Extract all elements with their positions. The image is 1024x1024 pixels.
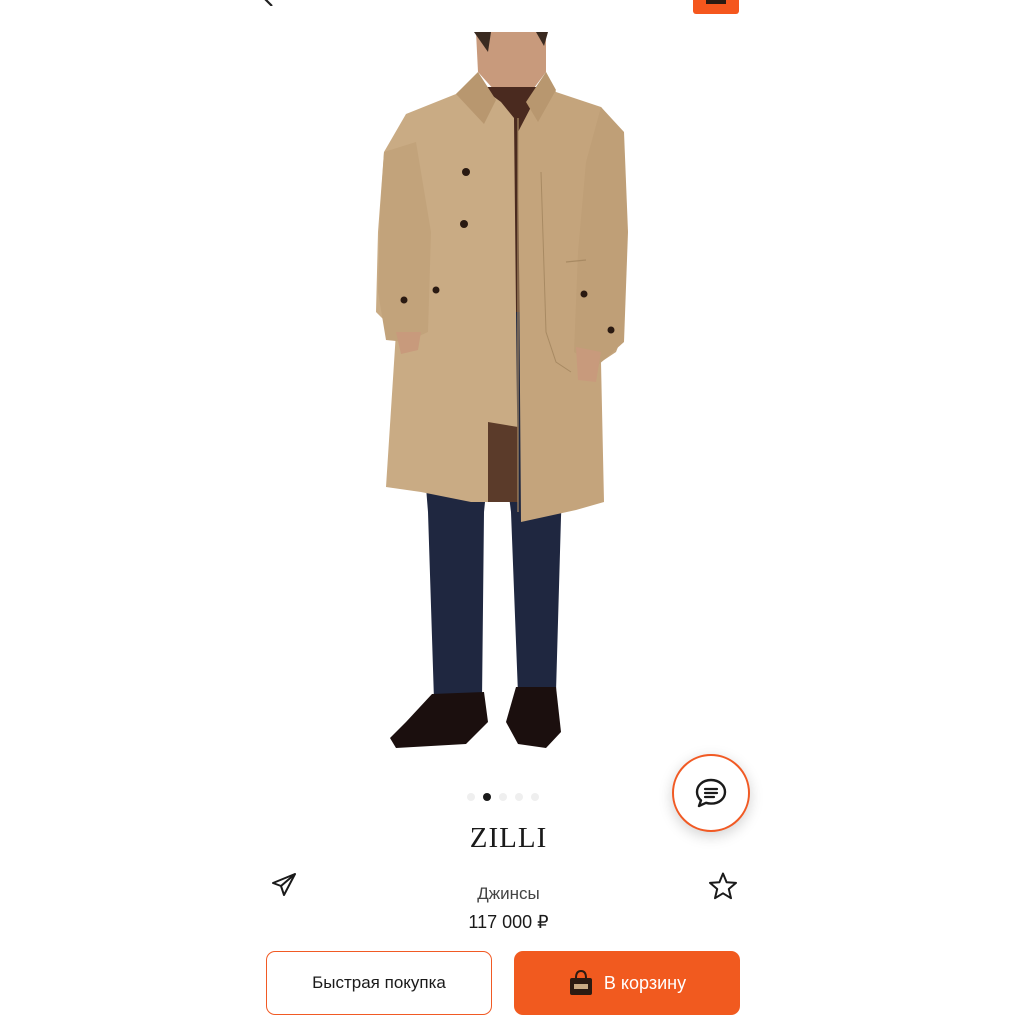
product-photo[interactable] [256, 32, 761, 772]
pagination-dot-active[interactable] [483, 793, 491, 801]
chat-bubble-icon [695, 778, 727, 808]
gallery-pagination[interactable] [467, 793, 539, 801]
chevron-left-icon[interactable] [262, 0, 276, 6]
add-to-cart-button[interactable]: В корзину [514, 951, 740, 1015]
pagination-dot[interactable] [515, 793, 523, 801]
product-screen [256, 0, 761, 1024]
cart-icon[interactable] [693, 0, 739, 14]
product-price: 117 000 ₽ [468, 912, 549, 932]
quick-buy-button[interactable]: Быстрая покупка [266, 951, 492, 1015]
shopping-bag-icon [569, 969, 592, 995]
chat-button[interactable] [672, 754, 750, 832]
add-to-cart-label: В корзину [603, 972, 687, 993]
product-page: ZILLI Джинсы 117 000 ₽ Быстрая покупка В… [0, 0, 1024, 1024]
product-brand[interactable]: ZILLI [256, 822, 761, 855]
pagination-dot[interactable] [531, 793, 539, 801]
product-name: Джинсы [477, 884, 540, 903]
pagination-dot[interactable] [467, 793, 475, 801]
pagination-dot[interactable] [499, 793, 507, 801]
